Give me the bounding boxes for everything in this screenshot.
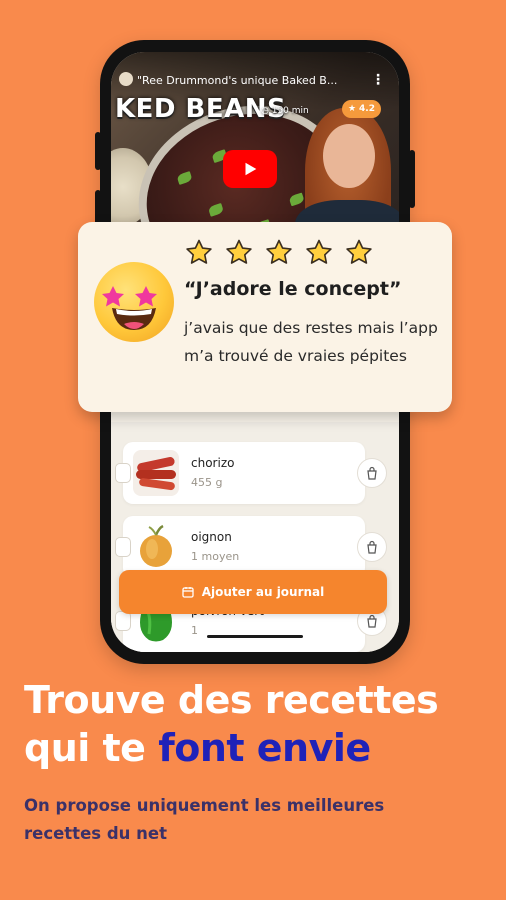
star-icon: [304, 238, 334, 268]
ingredient-checkbox[interactable]: [115, 611, 131, 631]
more-options-icon[interactable]: ⋮: [371, 72, 385, 88]
ingredient-checkbox[interactable]: [115, 463, 131, 483]
ingredient-quantity: 455 g: [191, 476, 223, 489]
star-icon: [224, 238, 254, 268]
headline-accent: font envie: [158, 726, 371, 770]
channel-avatar: [119, 72, 133, 86]
rating-stars: [184, 238, 374, 268]
headline-line-2-prefix: qui te: [24, 726, 159, 770]
phone-volume-up: [95, 132, 101, 170]
ingredient-name: oignon: [191, 530, 232, 544]
review-card: “J’adore le concept” j’avais que des res…: [78, 222, 452, 412]
add-to-journal-button[interactable]: Ajouter au journal: [119, 570, 387, 614]
clock-icon: ◷: [261, 106, 272, 116]
star-icon: ★: [347, 104, 357, 114]
star-icon: [344, 238, 374, 268]
phone-power-button: [409, 150, 415, 208]
ingredient-checkbox[interactable]: [115, 537, 131, 557]
duration-label: ◷ 150 min: [261, 106, 309, 116]
page-headline: Trouve des recettes qui te font envie: [24, 676, 494, 772]
rating-badge: ★ 4.2: [341, 100, 381, 118]
review-body: j’avais que des restes mais l’app m’a tr…: [184, 319, 438, 365]
page-subheadline: On propose uniquement les meilleures rec…: [24, 796, 385, 843]
recipe-video[interactable]: "Ree Drummond's unique Baked B... ⋮ KED …: [111, 52, 399, 242]
ingredient-row[interactable]: oignon 1 moyen: [115, 516, 387, 578]
home-indicator[interactable]: [207, 635, 303, 638]
ingredient-row[interactable]: chorizo 455 g: [115, 442, 387, 504]
shopping-bag-icon[interactable]: [357, 458, 387, 488]
shopping-bag-icon[interactable]: [357, 532, 387, 562]
ingredient-quantity: 1: [191, 624, 198, 637]
add-to-journal-label: Ajouter au journal: [201, 585, 325, 599]
star-icon: [264, 238, 294, 268]
video-title: "Ree Drummond's unique Baked B...: [137, 74, 338, 87]
headline-line-1: Trouve des recettes: [24, 678, 439, 722]
ingredient-quantity: 1 moyen: [191, 550, 240, 563]
ingredient-name: chorizo: [191, 456, 235, 470]
play-button[interactable]: [223, 150, 277, 188]
calendar-icon: [182, 587, 194, 598]
chorizo-image: [133, 450, 179, 496]
star-struck-emoji-icon: [94, 262, 174, 342]
review-title: “J’adore le concept”: [184, 278, 402, 300]
ingredients-list: chorizo 455 g oignon 1 moyen 1: [111, 422, 399, 652]
onion-image: [133, 524, 179, 570]
play-icon: [245, 162, 257, 176]
star-icon: [184, 238, 214, 268]
